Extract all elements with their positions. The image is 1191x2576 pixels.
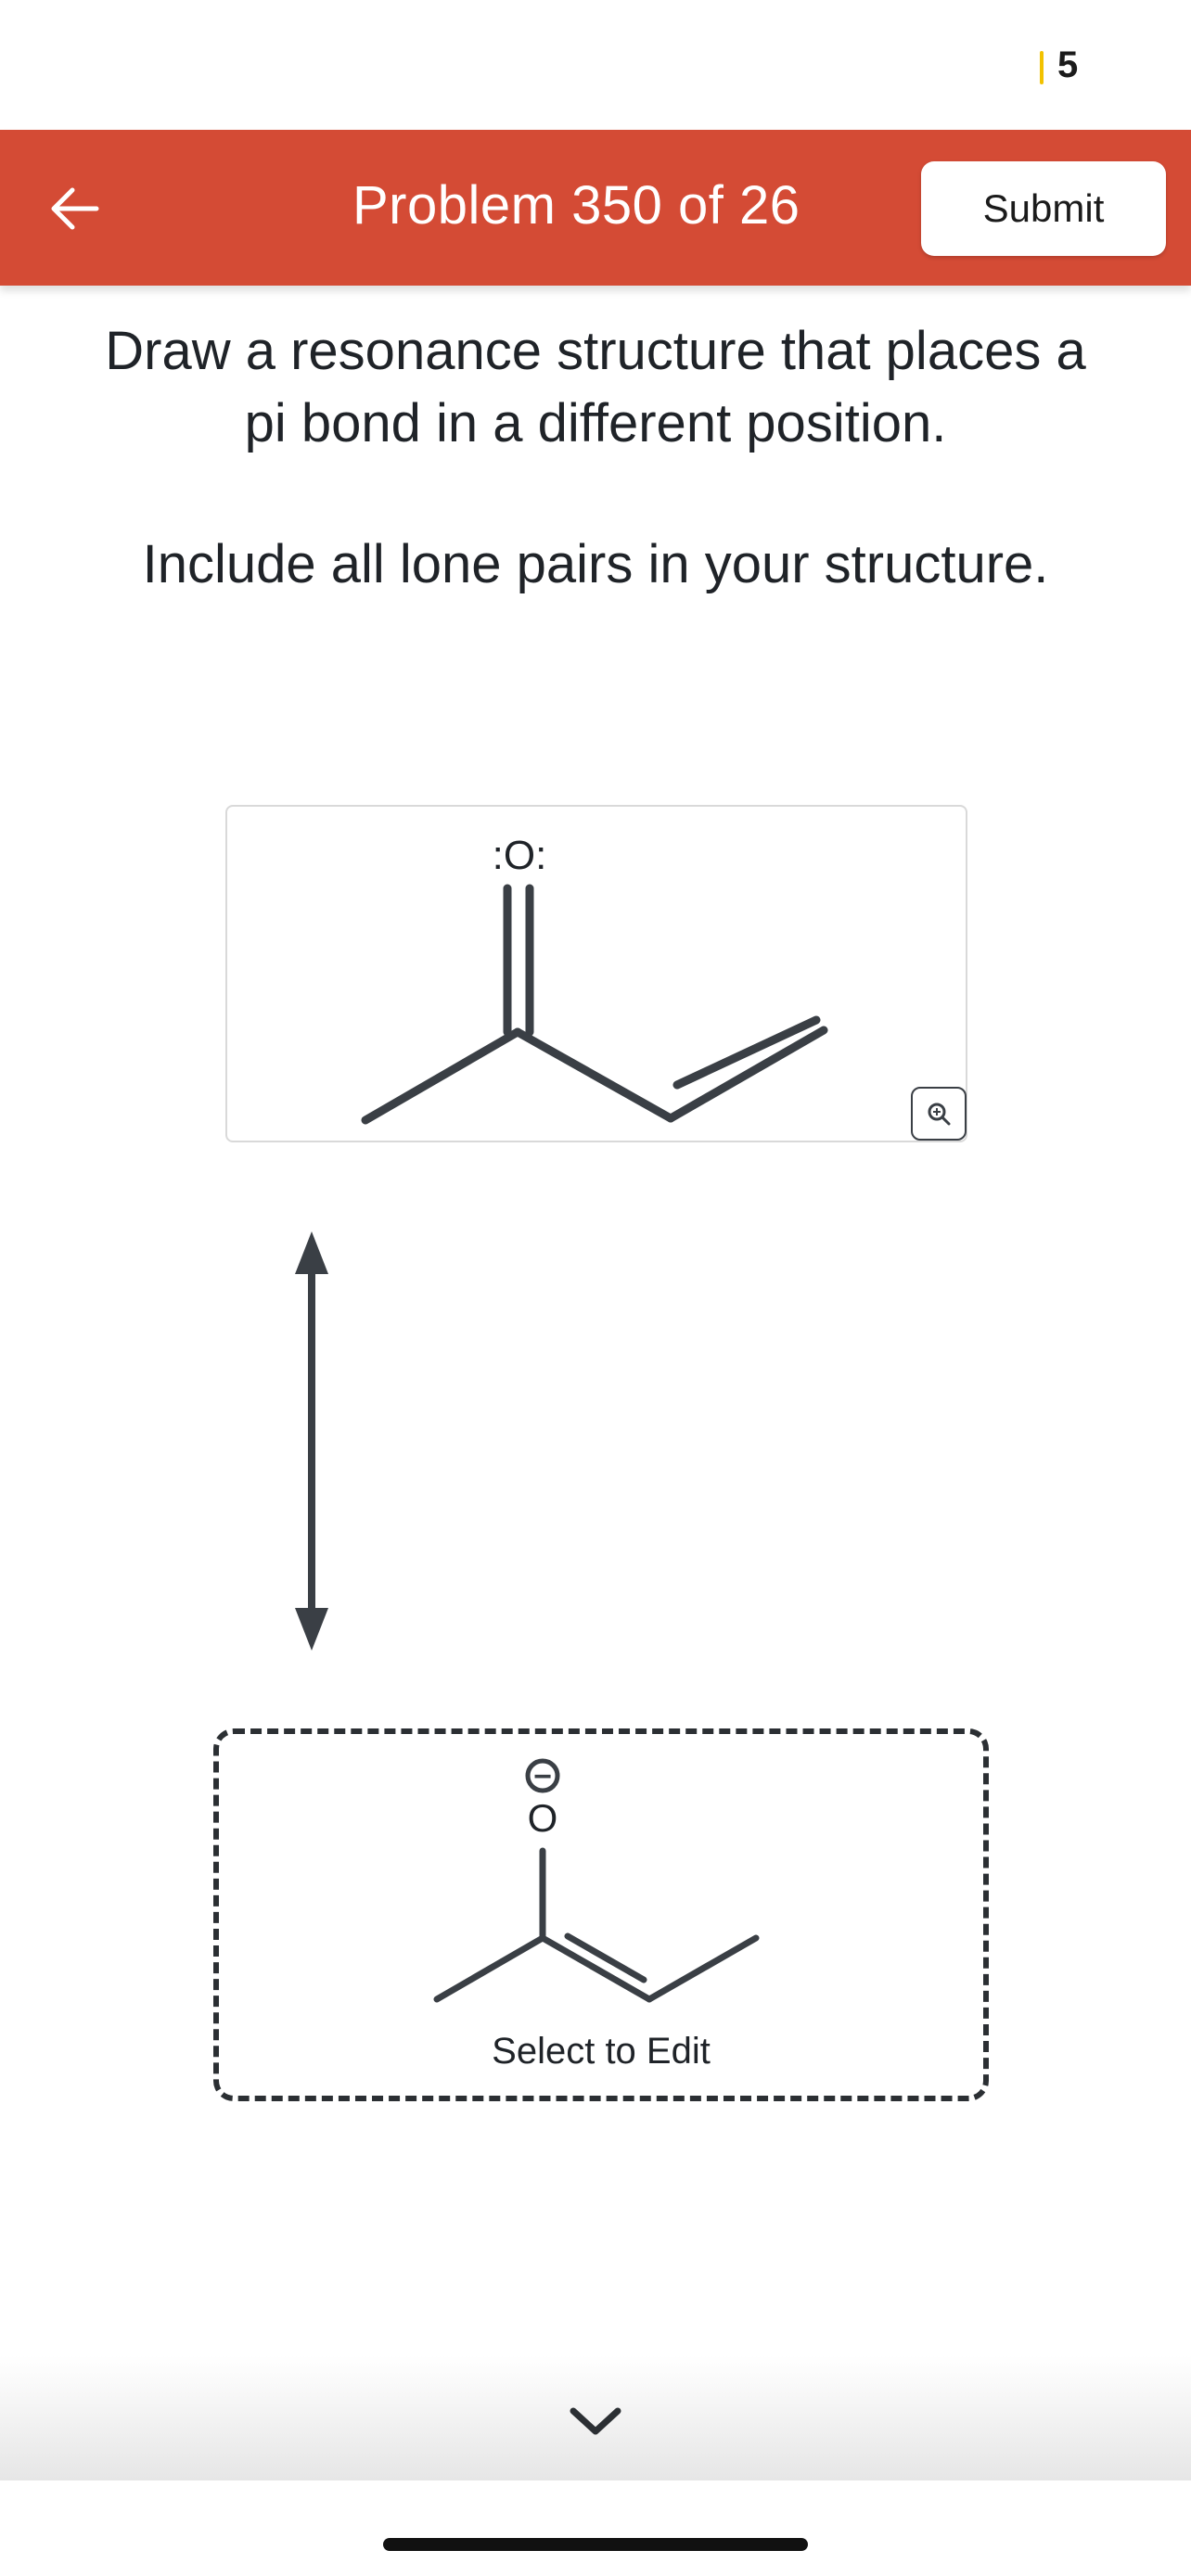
answer-methyl-bond	[433, 1934, 546, 2003]
answer-ethyl-bond	[646, 1934, 760, 2003]
answer-molecule: − O	[433, 1758, 760, 2003]
answer-oxygen-label: O	[528, 1796, 558, 1840]
answer-cc-double-bond-outer	[539, 1934, 653, 2003]
chevron-down-button[interactable]	[568, 2402, 623, 2442]
negative-charge-symbol: −	[533, 1759, 552, 1794]
chevron-down-icon	[570, 2407, 621, 2435]
home-indicator	[383, 2538, 808, 2551]
